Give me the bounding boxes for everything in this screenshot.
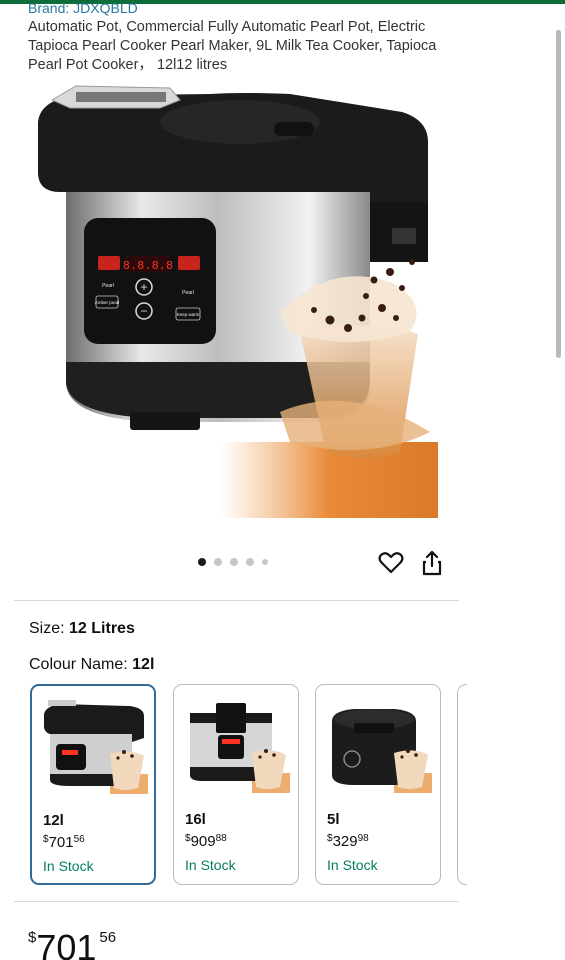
variant-price-whole: 329 [332, 833, 358, 850]
variant-price: $70156 [43, 834, 85, 851]
variant-price-whole: 909 [190, 833, 216, 850]
variant-thumbnail [190, 703, 290, 793]
size-label: Size: [29, 620, 65, 637]
variant-thumbnail [332, 709, 432, 793]
panel-label-pearl: Pearl [102, 283, 114, 289]
carousel-dot-1[interactable] [198, 558, 206, 566]
panel-label-keep-warm: Keep warm [177, 312, 200, 317]
size-value: 12 Litres [69, 620, 135, 637]
panel-label-amber: Amber pearl [95, 300, 120, 305]
heart-icon[interactable] [378, 551, 404, 575]
colour-selector: Colour Name: 12l [29, 656, 154, 674]
product-title: Automatic Pot, Commercial Fully Automati… [28, 19, 437, 73]
variant-label: 12l [43, 812, 64, 829]
carousel-dot-2[interactable] [214, 558, 222, 566]
variant-price: $90988 [185, 833, 227, 850]
variant-price-cents: 56 [73, 834, 85, 845]
brand-link[interactable]: Brand: JDXQBLD [28, 0, 138, 16]
orange-backdrop [220, 442, 438, 518]
variant-stock-status: In Stock [43, 858, 94, 874]
section-divider [14, 600, 459, 601]
variant-card-12l[interactable]: 12l $70156 In Stock [30, 684, 156, 885]
scrollbar[interactable] [556, 30, 561, 358]
image-carousel-dots[interactable] [198, 558, 268, 566]
variant-label: 16l [185, 811, 206, 828]
carousel-dot-5[interactable] [262, 559, 268, 565]
price-whole: 701 [36, 927, 97, 960]
panel-label-pearl-right: Pearl [182, 290, 194, 296]
variant-card-16l[interactable]: 16l $90988 In Stock [173, 684, 299, 885]
share-icon[interactable] [422, 550, 442, 576]
carousel-dot-3[interactable] [230, 558, 238, 566]
colour-value: 12l [132, 656, 155, 673]
svg-text:−: − [140, 304, 147, 318]
variant-card-5l[interactable]: 5l $32998 In Stock [315, 684, 441, 885]
main-price: $701 56 [28, 916, 116, 960]
price-cents: 56 [99, 929, 117, 946]
colour-label: Colour Name: [29, 656, 128, 673]
variant-thumbnail [44, 700, 148, 794]
product-image[interactable]: 8.8.8.8 + − Pearl Amber pearl Pearl Keep… [30, 82, 450, 522]
size-selector: Size: 12 Litres [29, 620, 135, 638]
variant-price: $32998 [327, 833, 369, 850]
panel-display: 8.8.8.8 [123, 259, 173, 273]
carousel-dot-4[interactable] [246, 558, 254, 566]
variant-label: 5l [327, 811, 340, 828]
variant-stock-status: In Stock [327, 857, 378, 873]
variant-card-partial[interactable] [457, 684, 467, 885]
variant-price-cents: 98 [357, 833, 369, 844]
variant-price-whole: 701 [48, 834, 74, 851]
section-divider [14, 901, 459, 902]
svg-text:+: + [140, 280, 147, 294]
variant-stock-status: In Stock [185, 857, 236, 873]
variant-price-cents: 88 [215, 833, 227, 844]
